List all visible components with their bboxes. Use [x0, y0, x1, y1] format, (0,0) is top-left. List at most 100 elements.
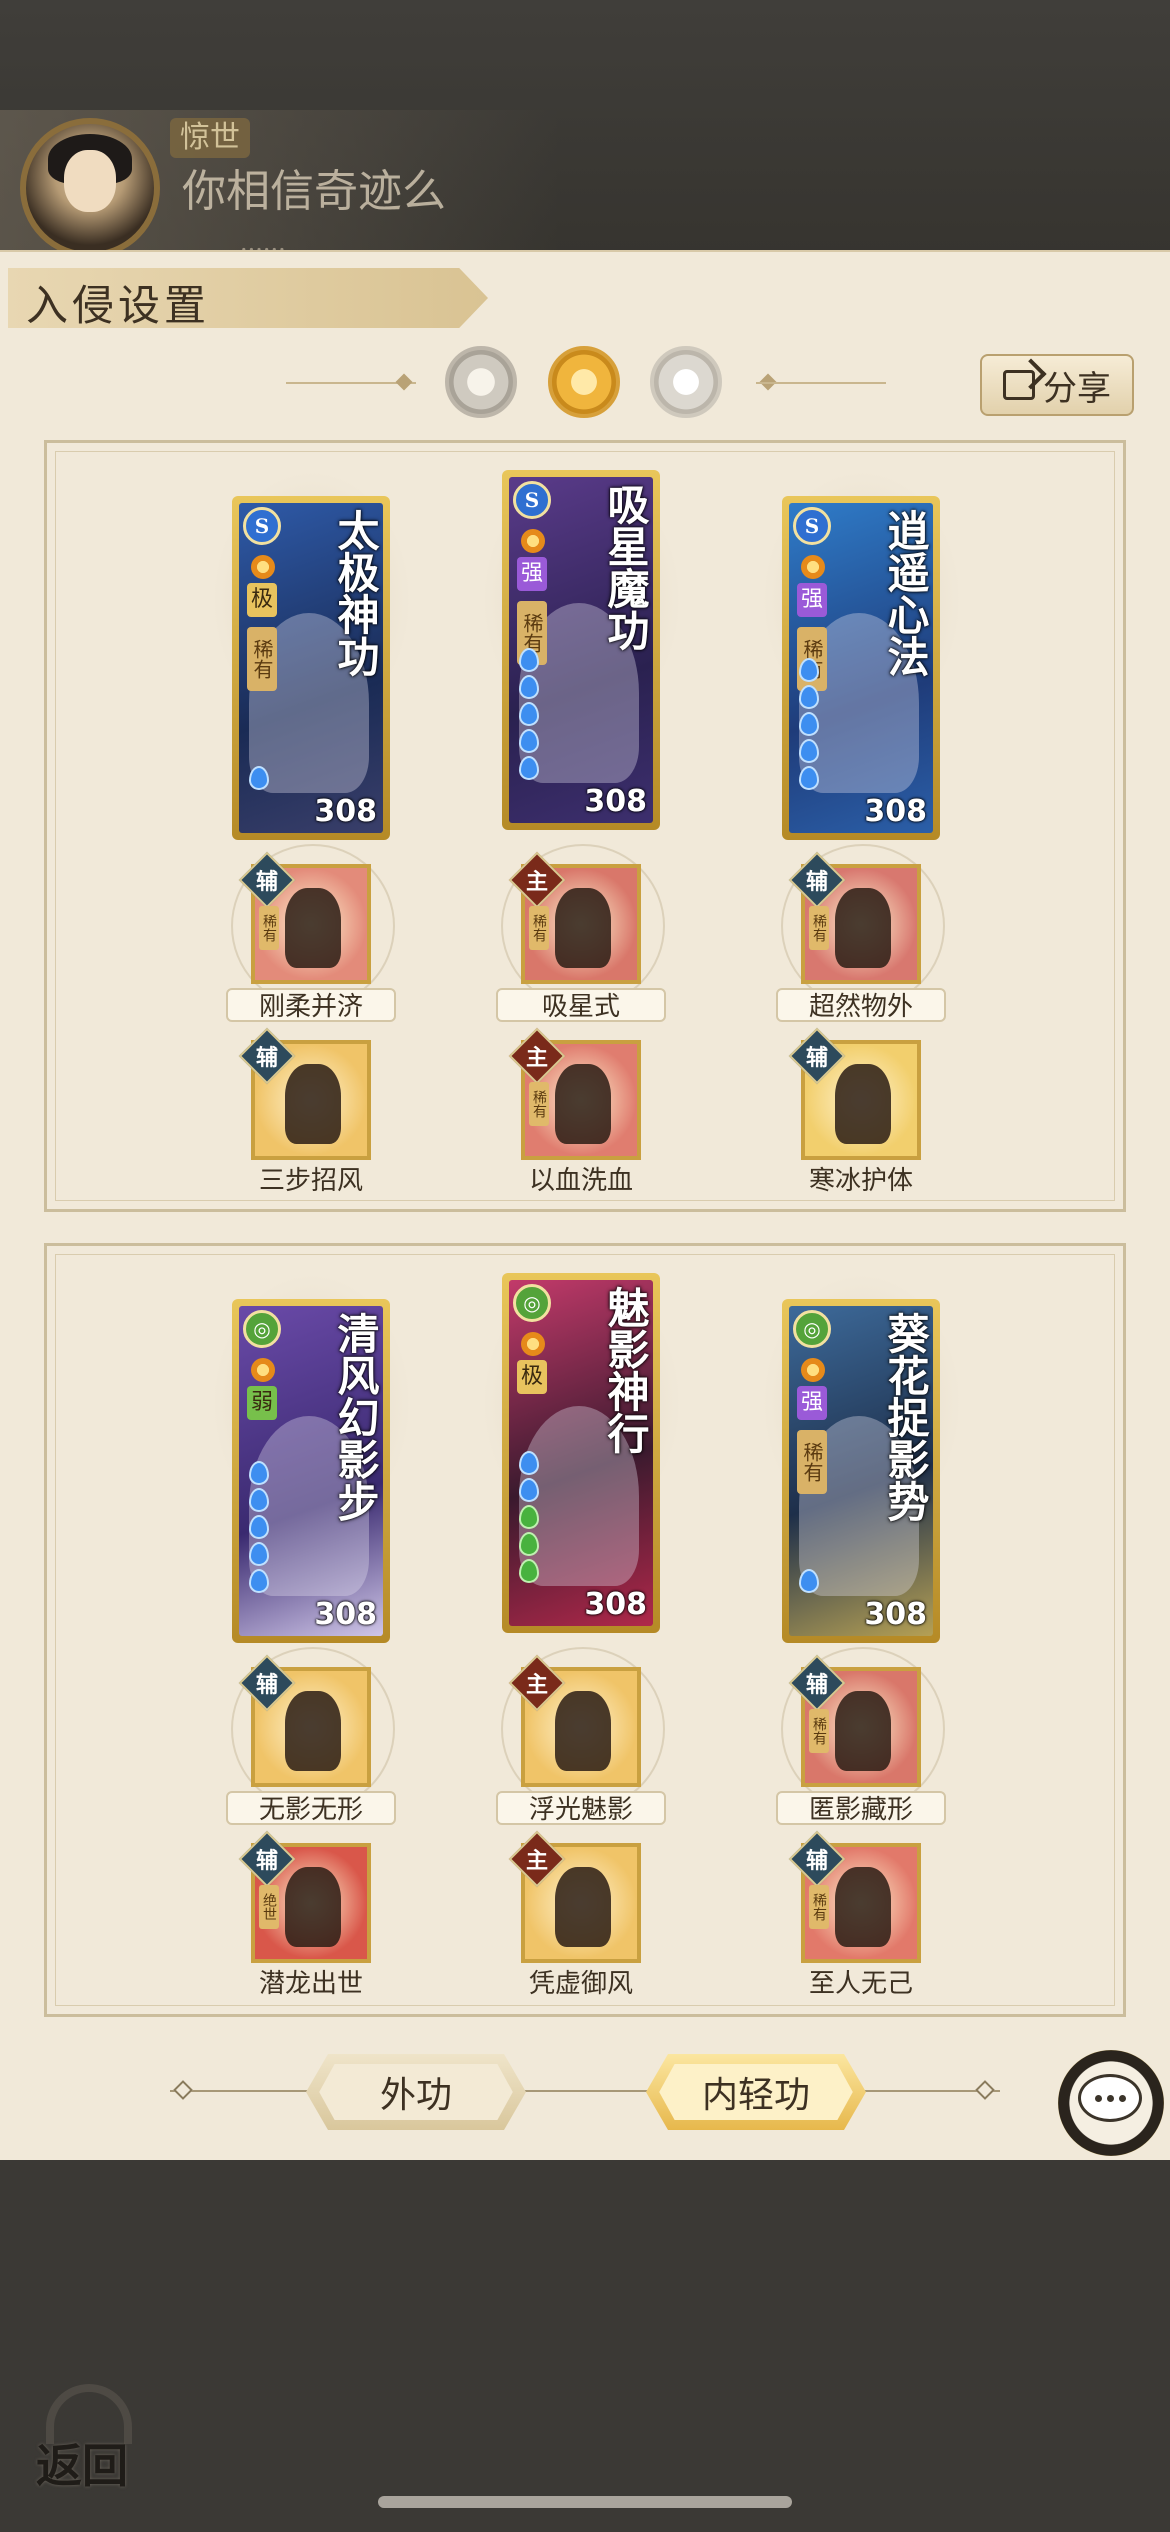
role-tag-label: 辅	[805, 868, 829, 895]
sun-icon	[251, 555, 275, 579]
home-indicator	[378, 2496, 792, 2508]
drop-icon	[249, 1569, 269, 1593]
skill-label: 刚柔并济	[226, 988, 396, 1022]
drop-icon	[519, 729, 539, 753]
divider-right	[756, 382, 886, 384]
skill-label: 至人无己	[808, 1969, 913, 1999]
star-drops	[249, 763, 275, 793]
player-name: 你相信奇迹么	[182, 166, 446, 217]
skill-figure	[285, 1064, 341, 1144]
sun-icon	[801, 555, 825, 579]
grade-tag: 强	[797, 583, 827, 617]
skill-label: 潜龙出世	[258, 1969, 363, 1999]
skill-slot[interactable]: 主	[508, 1654, 641, 1787]
sun-orb-icon[interactable]	[548, 346, 620, 418]
grade-tag: 极	[247, 583, 277, 617]
skill-card[interactable]: ◎ 极 魅影神行 308	[502, 1273, 660, 1633]
tab-internal-light-skill[interactable]: 内轻功	[646, 2054, 866, 2130]
skill-card[interactable]: ◎ 弱 清风幻影步 308	[232, 1299, 390, 1643]
skill-slot[interactable]: 辅	[238, 1027, 371, 1160]
skill-figure	[285, 888, 341, 968]
share-label: 分享	[1043, 368, 1111, 409]
skill-figure	[835, 1691, 891, 1771]
star-drops	[519, 1448, 545, 1586]
card-art: ◎ 强稀有 葵花捉影势 308	[789, 1306, 933, 1636]
drop-icon	[799, 712, 819, 736]
page-title: 入侵设置	[26, 281, 211, 330]
drop-icon	[249, 1461, 269, 1485]
drop-icon	[519, 702, 539, 726]
skill-slot[interactable]: 主稀有	[508, 1027, 641, 1160]
skill-figure	[555, 888, 611, 968]
rarity-tag: 稀有	[797, 1430, 827, 1494]
skill-label: 以血洗血	[528, 1166, 633, 1196]
role-tag-label: 辅	[805, 1044, 829, 1071]
rarity-tag: 稀有	[247, 627, 277, 691]
star-drops	[249, 1458, 275, 1596]
movement-type-icon: ◎	[513, 1284, 551, 1322]
movement-type-icon: ◎	[793, 1310, 831, 1348]
skill-slot[interactable]: 主稀有	[508, 851, 641, 984]
drop-icon	[519, 1478, 539, 1502]
skill-slot[interactable]: 主	[508, 1830, 641, 1963]
avatar-face	[64, 150, 116, 212]
share-button[interactable]: 分享	[980, 354, 1134, 416]
drop-icon	[249, 1515, 269, 1539]
player-avatar[interactable]	[20, 118, 160, 258]
chat-bubble-icon	[1078, 2074, 1142, 2122]
skill-slot[interactable]: 辅稀有	[788, 1830, 921, 1963]
card-name: 清风幻影步	[331, 1312, 380, 1522]
card-level: 308	[864, 794, 927, 829]
role-tag-label: 辅	[805, 1847, 829, 1874]
drop-icon	[799, 685, 819, 709]
card-name: 葵花捉影势	[881, 1312, 930, 1522]
skill-label: 浮光魅影	[496, 1791, 666, 1825]
skill-label: 匿影藏形	[776, 1791, 946, 1825]
skill-figure	[835, 888, 891, 968]
star-orb-icon[interactable]	[650, 346, 722, 418]
tab-external-skill[interactable]: 外功	[306, 2054, 526, 2130]
skill-slot[interactable]: 辅绝世	[238, 1830, 371, 1963]
skill-card[interactable]: S强稀有逍遥心法308	[782, 496, 940, 840]
skill-slot[interactable]: 辅	[788, 1027, 921, 1160]
card-art: ◎ 弱 清风幻影步 308	[239, 1306, 383, 1636]
skill-slot[interactable]: 辅稀有	[788, 851, 921, 984]
card-level: 308	[314, 1597, 377, 1632]
tab-bar-line	[170, 2090, 1000, 2092]
role-tag-label: 辅	[255, 1847, 279, 1874]
skill-slot[interactable]: 辅稀有	[788, 1654, 921, 1787]
sun-icon	[521, 1332, 545, 1356]
role-tag-label: 辅	[255, 868, 279, 895]
skill-slot[interactable]: 辅稀有	[238, 851, 371, 984]
skill-figure	[835, 1867, 891, 1947]
skill-slot[interactable]: 辅	[238, 1654, 371, 1787]
card-level: 308	[314, 794, 377, 829]
card-art: S 强稀有 吸星魔功 308	[509, 477, 653, 823]
chat-button[interactable]	[1058, 2050, 1164, 2156]
card-level: 308	[584, 784, 647, 819]
tab-internal-label: 内轻功	[701, 2074, 810, 2116]
movement-type-icon: ◎	[243, 1310, 281, 1348]
card-art: S 极稀有 太极神功 308	[239, 503, 383, 833]
role-tag-label: 主	[525, 1044, 549, 1071]
drop-icon	[519, 1559, 539, 1583]
moon-orb-icon[interactable]	[445, 346, 517, 418]
card-name: 吸星魔功	[601, 483, 650, 651]
internal-type-icon: S	[243, 507, 281, 545]
role-tag-label: 主	[525, 1671, 549, 1698]
skill-card[interactable]: S 强稀有 吸星魔功 308	[502, 470, 660, 830]
skill-figure	[555, 1064, 611, 1144]
card-name: 逍遥心法	[881, 509, 930, 677]
role-tag-label: 辅	[255, 1671, 279, 1698]
role-tag-label: 辅	[255, 1044, 279, 1071]
drop-icon	[519, 756, 539, 780]
skill-card[interactable]: S 极稀有 太极神功 308	[232, 496, 390, 840]
skill-figure	[835, 1064, 891, 1144]
skill-label: 凭虚御风	[528, 1969, 633, 1999]
skill-rarity-tag: 绝世	[259, 1885, 279, 1929]
back-button[interactable]: 返回	[28, 2380, 148, 2493]
skill-label: 无影无形	[226, 1791, 396, 1825]
grade-tag: 强	[797, 1386, 827, 1420]
player-title-badge: 惊世	[170, 118, 250, 158]
skill-card[interactable]: ◎ 强稀有 葵花捉影势 308	[782, 1299, 940, 1643]
